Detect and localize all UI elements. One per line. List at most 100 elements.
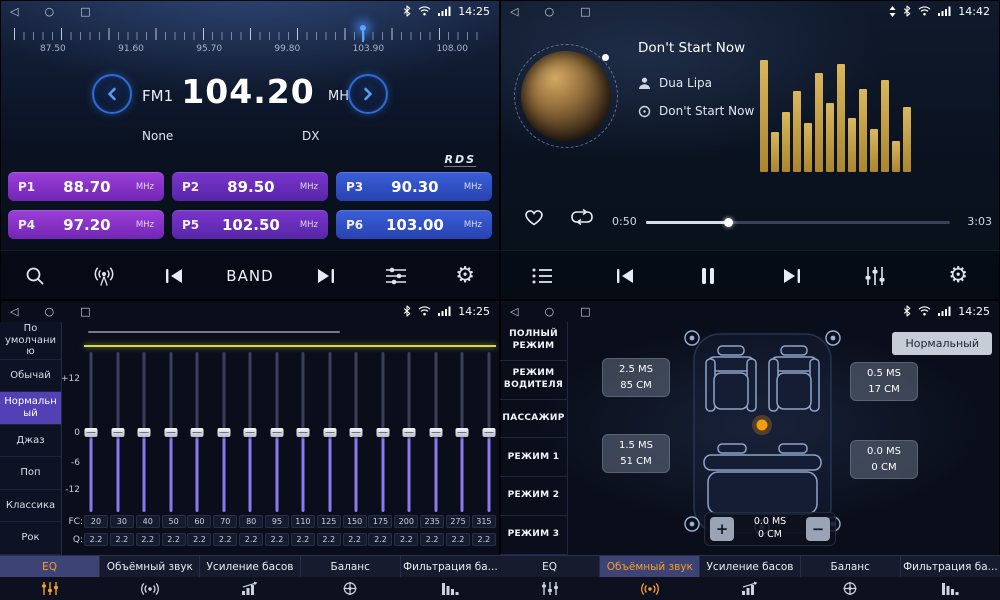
tab-balance[interactable]: Баланс — [801, 556, 901, 577]
album-art[interactable] — [521, 51, 611, 141]
slider-handle[interactable] — [164, 428, 177, 437]
preset-button-p1[interactable]: P1 88.70 MHz — [8, 172, 164, 201]
slider-handle[interactable] — [403, 428, 416, 437]
back-icon[interactable]: ◁ — [510, 305, 518, 318]
settings-button[interactable]: ⚙ — [448, 258, 482, 294]
equalizer-button[interactable] — [858, 258, 892, 294]
preset-button-p5[interactable]: P5 102.50 MHz — [172, 210, 328, 239]
pause-button[interactable] — [691, 258, 725, 294]
eq-band-slider[interactable] — [164, 352, 178, 512]
eq-preset-normal[interactable]: Нормальный — [0, 392, 61, 425]
mode-1[interactable]: РЕЖИМ 1 — [500, 438, 567, 477]
mode-3[interactable]: РЕЖИМ 3 — [500, 516, 567, 555]
tab-filter-icon-button[interactable] — [900, 577, 1000, 600]
eq-preset-custom[interactable]: Обычай — [0, 360, 61, 393]
decrease-delay-button[interactable]: − — [806, 517, 830, 541]
tab-eq-icon-button[interactable] — [0, 577, 100, 600]
slider-handle[interactable] — [111, 428, 124, 437]
eq-band-slider[interactable] — [217, 352, 231, 512]
eq-band-slider[interactable] — [111, 352, 125, 512]
frequency-ruler[interactable]: 87.50 91.60 95.70 99.80 103.90 108.00 — [14, 28, 486, 60]
slider-handle[interactable] — [323, 428, 336, 437]
eq-preset-rock[interactable]: Рок — [0, 522, 61, 555]
audio-settings-button[interactable] — [379, 258, 413, 294]
eq-band-slider[interactable] — [429, 352, 443, 512]
tab-filter[interactable]: Фильтрация ба... — [901, 556, 1000, 577]
previous-station-button[interactable] — [157, 258, 191, 294]
slider-handle[interactable] — [217, 428, 230, 437]
slider-handle[interactable] — [429, 428, 442, 437]
next-station-button[interactable] — [309, 258, 343, 294]
eq-preset-jazz[interactable]: Джаз — [0, 425, 61, 458]
progress-knob[interactable] — [724, 218, 733, 227]
tab-eq[interactable]: EQ — [0, 556, 100, 577]
tab-bass-boost[interactable]: Усиление басов — [200, 556, 300, 577]
eq-band-slider[interactable] — [270, 352, 284, 512]
eq-band-slider[interactable] — [296, 352, 310, 512]
eq-preset-pop[interactable]: Поп — [0, 457, 61, 490]
eq-band-slider[interactable] — [455, 352, 469, 512]
slider-handle[interactable] — [482, 428, 495, 437]
tab-surround[interactable]: Объёмный звук — [600, 556, 700, 577]
tab-filter-icon-button[interactable] — [400, 577, 500, 600]
mode-passenger[interactable]: ПАССАЖИР — [500, 400, 567, 439]
playlist-button[interactable] — [525, 258, 559, 294]
home-icon[interactable]: ○ — [544, 5, 554, 18]
repeat-button[interactable] — [570, 208, 594, 230]
slider-handle[interactable] — [456, 428, 469, 437]
broadcast-button[interactable] — [87, 258, 121, 294]
eq-band-slider[interactable] — [402, 352, 416, 512]
tab-bass-icon-button[interactable] — [200, 577, 300, 600]
eq-band-slider[interactable] — [349, 352, 363, 512]
delay-front-left[interactable]: 2.5 MS 85 CM — [602, 358, 670, 397]
back-icon[interactable]: ◁ — [10, 5, 18, 18]
tab-surround[interactable]: Объёмный звук — [100, 556, 200, 577]
slider-handle[interactable] — [191, 428, 204, 437]
recents-icon[interactable]: □ — [80, 5, 90, 18]
next-track-button[interactable] — [775, 258, 809, 294]
scan-button[interactable] — [18, 258, 52, 294]
seek-bar[interactable] — [646, 221, 950, 224]
favorite-button[interactable] — [522, 207, 546, 231]
eq-band-slider[interactable] — [84, 352, 98, 512]
tab-eq-icon-button[interactable] — [500, 577, 600, 600]
preset-button-p3[interactable]: P3 90.30 MHz — [336, 172, 492, 201]
recents-icon[interactable]: □ — [580, 5, 590, 18]
tab-filter[interactable]: Фильтрация ба... — [401, 556, 500, 577]
eq-band-slider[interactable] — [190, 352, 204, 512]
eq-preset-default[interactable]: По умолчанию — [0, 322, 61, 360]
back-icon[interactable]: ◁ — [510, 5, 518, 18]
mode-full[interactable]: ПОЛНЫЙ РЕЖИМ — [500, 322, 567, 361]
eq-band-slider[interactable] — [323, 352, 337, 512]
slider-handle[interactable] — [138, 428, 151, 437]
tab-surround-icon-button[interactable] — [100, 577, 200, 600]
back-icon[interactable]: ◁ — [10, 305, 18, 318]
slider-handle[interactable] — [350, 428, 363, 437]
settings-button[interactable]: ⚙ — [941, 258, 975, 294]
delay-front-right[interactable]: 0.5 MS 17 CM — [850, 362, 918, 401]
home-icon[interactable]: ○ — [44, 5, 54, 18]
slider-handle[interactable] — [297, 428, 310, 437]
tab-balance-icon-button[interactable] — [300, 577, 400, 600]
eq-band-slider[interactable] — [482, 352, 496, 512]
tab-surround-icon-button[interactable] — [600, 577, 700, 600]
tab-bass-boost[interactable]: Усиление басов — [700, 556, 800, 577]
slider-handle[interactable] — [244, 428, 257, 437]
eq-band-slider[interactable] — [137, 352, 151, 512]
tune-down-button[interactable] — [92, 74, 132, 114]
preset-button-p2[interactable]: P2 89.50 MHz — [172, 172, 328, 201]
tab-eq[interactable]: EQ — [500, 556, 600, 577]
eq-preset-classic[interactable]: Классика — [0, 490, 61, 523]
eq-band-slider[interactable] — [243, 352, 257, 512]
previous-track-button[interactable] — [608, 258, 642, 294]
band-button[interactable]: BAND — [226, 258, 273, 294]
increase-delay-button[interactable]: + — [710, 517, 734, 541]
slider-handle[interactable] — [270, 428, 283, 437]
preset-button-p6[interactable]: P6 103.00 MHz — [336, 210, 492, 239]
tune-up-button[interactable] — [348, 74, 388, 114]
mode-2[interactable]: РЕЖИМ 2 — [500, 477, 567, 516]
mode-driver[interactable]: РЕЖИМ ВОДИТЕЛЯ — [500, 361, 567, 400]
tab-balance[interactable]: Баланс — [301, 556, 401, 577]
eq-band-slider[interactable] — [376, 352, 390, 512]
home-icon[interactable]: ○ — [44, 305, 54, 318]
